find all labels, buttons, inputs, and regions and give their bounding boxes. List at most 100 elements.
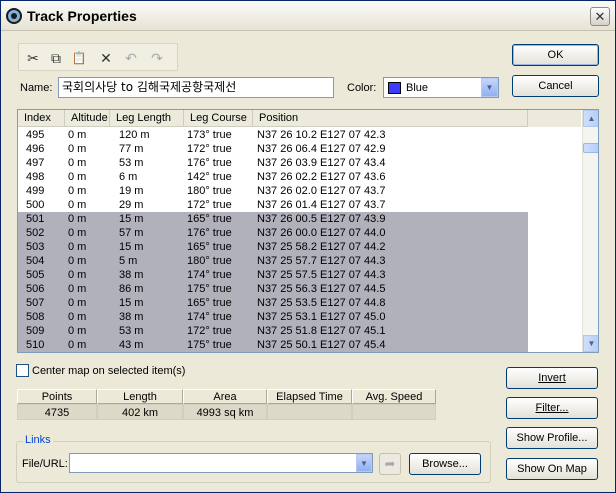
cell-leg-length: 77 m bbox=[119, 143, 144, 155]
title-bar: Track Properties ✕ bbox=[1, 1, 615, 31]
table-row[interactable]: 498 0 m 6 m 142° true N37 26 02.2 E127 07 43… bbox=[18, 170, 528, 184]
table-row[interactable]: 505 0 m 38 m 174° true N37 25 57.5 E127 07 4… bbox=[18, 268, 528, 282]
undo-icon[interactable]: ↶ bbox=[121, 48, 141, 68]
close-button[interactable]: ✕ bbox=[590, 7, 610, 26]
name-input[interactable]: 국회의사당 to 김해국제공항국제선 bbox=[58, 77, 334, 98]
table-row[interactable]: 495 0 m 120 m 173° true N37 26 10.2 E127 07 … bbox=[18, 128, 528, 142]
file-url-input[interactable]: ▼ bbox=[69, 453, 373, 473]
cut-icon[interactable]: ✂ bbox=[23, 48, 43, 68]
cell-position: N37 26 03.9 E127 07 43.4 bbox=[257, 157, 386, 169]
cell-leg-course: 165° true bbox=[187, 297, 232, 309]
column-header-altitude[interactable]: Altitude bbox=[65, 110, 110, 127]
cell-altitude: 0 m bbox=[68, 297, 87, 309]
table-row[interactable]: 500 0 m 29 m 172° true N37 26 01.4 E127 07 4… bbox=[18, 198, 528, 212]
table-row[interactable]: 507 0 m 15 m 165° true N37 25 53.5 E127 07 4… bbox=[18, 296, 528, 310]
cell-altitude: 0 m bbox=[68, 143, 87, 155]
table-row[interactable]: 503 0 m 15 m 165° true N37 25 58.2 E127 07 4… bbox=[18, 240, 528, 254]
globe-icon bbox=[6, 8, 22, 24]
cell-leg-course: 175° true bbox=[187, 283, 232, 295]
cell-index: 506 bbox=[26, 283, 45, 295]
cell-leg-length: 15 m bbox=[119, 297, 144, 309]
stat-value-length: 402 km bbox=[97, 404, 183, 420]
cell-position: N37 26 02.2 E127 07 43.6 bbox=[257, 171, 386, 183]
table-row[interactable]: 499 0 m 19 m 180° true N37 26 02.0 E127 07 4… bbox=[18, 184, 528, 198]
cell-position: N37 25 57.5 E127 07 44.3 bbox=[257, 269, 386, 281]
redo-icon[interactable]: ↷ bbox=[147, 48, 167, 68]
table-row[interactable]: 506 0 m 86 m 175° true N37 25 56.3 E127 07 4… bbox=[18, 282, 528, 296]
cell-leg-course: 172° true bbox=[187, 325, 232, 337]
links-group-label: Links bbox=[23, 434, 53, 446]
show-profile-button[interactable]: Show Profile... bbox=[506, 427, 598, 449]
table-row[interactable]: 510 0 m 43 m 175° true N37 25 50.1 E127 07 4… bbox=[18, 338, 528, 352]
scroll-down-icon[interactable]: ▼ bbox=[583, 335, 598, 352]
scroll-up-icon[interactable]: ▲ bbox=[583, 110, 598, 127]
list-rows: 495 0 m 120 m 173° true N37 26 10.2 E127 07 … bbox=[18, 128, 581, 352]
center-map-checkbox[interactable] bbox=[16, 364, 29, 377]
cell-index: 507 bbox=[26, 297, 45, 309]
color-select[interactable]: Blue ▼ bbox=[383, 77, 499, 98]
cell-leg-course: 180° true bbox=[187, 255, 232, 267]
cell-leg-course: 176° true bbox=[187, 157, 232, 169]
column-header-leg-course[interactable]: Leg Course bbox=[184, 110, 253, 127]
cell-index: 496 bbox=[26, 143, 45, 155]
table-row[interactable]: 508 0 m 38 m 174° true N37 25 53.1 E127 07 4… bbox=[18, 310, 528, 324]
cell-leg-length: 19 m bbox=[119, 185, 144, 197]
cell-leg-length: 5 m bbox=[119, 255, 138, 267]
cell-position: N37 26 01.4 E127 07 43.7 bbox=[257, 199, 386, 211]
cell-leg-course: 172° true bbox=[187, 199, 232, 211]
table-row[interactable]: 509 0 m 53 m 172° true N37 25 51.8 E127 07 4… bbox=[18, 324, 528, 338]
open-link-icon[interactable]: ➦ bbox=[379, 453, 401, 475]
table-row[interactable]: 496 0 m 77 m 172° true N37 26 06.4 E127 07 4… bbox=[18, 142, 528, 156]
table-row[interactable]: 497 0 m 53 m 176° true N37 26 03.9 E127 07 4… bbox=[18, 156, 528, 170]
cell-leg-course: 180° true bbox=[187, 185, 232, 197]
cell-index: 510 bbox=[26, 339, 45, 351]
vertical-scrollbar[interactable]: ▲ ▼ bbox=[582, 110, 598, 352]
cell-position: N37 25 51.8 E127 07 45.1 bbox=[257, 325, 386, 337]
cell-leg-length: 43 m bbox=[119, 339, 144, 351]
cell-altitude: 0 m bbox=[68, 325, 87, 337]
browse-button[interactable]: Browse... bbox=[409, 453, 481, 475]
stat-header-avg-speed: Avg. Speed bbox=[352, 389, 436, 404]
paste-icon[interactable]: 📋 bbox=[69, 48, 89, 68]
cell-altitude: 0 m bbox=[68, 199, 87, 211]
cell-leg-length: 53 m bbox=[119, 157, 144, 169]
chevron-down-icon[interactable]: ▼ bbox=[356, 454, 372, 472]
copy-icon[interactable]: ⧉ bbox=[46, 48, 66, 68]
track-points-list[interactable]: Index Altitude Leg Length Leg Course Pos… bbox=[17, 109, 599, 353]
column-header-leg-length[interactable]: Leg Length bbox=[110, 110, 184, 127]
cell-position: N37 26 10.2 E127 07 42.3 bbox=[257, 129, 386, 141]
column-header-index[interactable]: Index bbox=[18, 110, 65, 127]
filter-button[interactable]: Filter... bbox=[506, 397, 598, 419]
stat-header-elapsed-time: Elapsed Time bbox=[267, 389, 352, 404]
chevron-down-icon[interactable]: ▼ bbox=[481, 78, 498, 97]
delete-icon[interactable]: ✕ bbox=[96, 48, 116, 68]
cell-leg-course: 174° true bbox=[187, 311, 232, 323]
cell-index: 499 bbox=[26, 185, 45, 197]
table-row[interactable]: 501 0 m 15 m 165° true N37 26 00.5 E127 07 4… bbox=[18, 212, 528, 226]
header-filler bbox=[528, 110, 581, 127]
cell-leg-length: 15 m bbox=[119, 213, 144, 225]
cell-index: 503 bbox=[26, 241, 45, 253]
cell-leg-length: 6 m bbox=[119, 171, 138, 183]
cell-index: 504 bbox=[26, 255, 45, 267]
file-url-label: File/URL: bbox=[22, 458, 68, 470]
invert-button[interactable]: Invert bbox=[506, 367, 598, 389]
column-header-position[interactable]: Position bbox=[253, 110, 528, 127]
cell-altitude: 0 m bbox=[68, 283, 87, 295]
scrollbar-thumb[interactable] bbox=[583, 143, 598, 153]
cell-leg-course: 176° true bbox=[187, 227, 232, 239]
cell-altitude: 0 m bbox=[68, 241, 87, 253]
cell-leg-course: 173° true bbox=[187, 129, 232, 141]
table-row[interactable]: 502 0 m 57 m 176° true N37 26 00.0 E127 07 4… bbox=[18, 226, 528, 240]
cell-altitude: 0 m bbox=[68, 255, 87, 267]
cell-index: 501 bbox=[26, 213, 45, 225]
show-on-map-button[interactable]: Show On Map bbox=[506, 458, 598, 480]
ok-button[interactable]: OK bbox=[512, 44, 599, 66]
cell-position: N37 25 58.2 E127 07 44.2 bbox=[257, 241, 386, 253]
cell-leg-course: 172° true bbox=[187, 143, 232, 155]
cell-leg-course: 165° true bbox=[187, 213, 232, 225]
cell-leg-length: 53 m bbox=[119, 325, 144, 337]
table-row[interactable]: 504 0 m 5 m 180° true N37 25 57.7 E127 07 44… bbox=[18, 254, 528, 268]
cancel-button[interactable]: Cancel bbox=[512, 75, 599, 97]
center-map-label[interactable]: Center map on selected item(s) bbox=[32, 365, 185, 377]
